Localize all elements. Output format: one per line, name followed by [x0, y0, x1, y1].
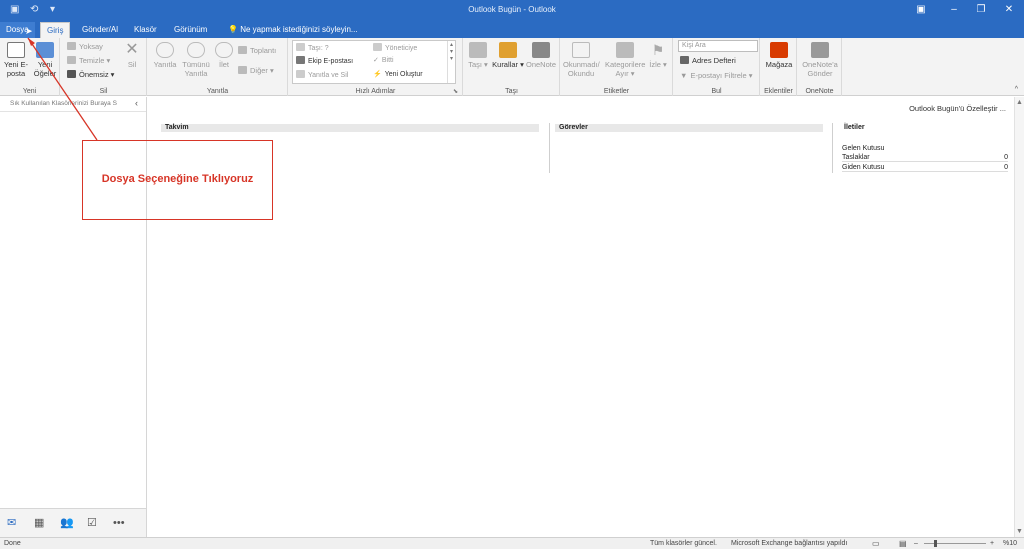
categorize-icon [616, 42, 634, 58]
rules-button[interactable]: Kurallar ▾ [492, 42, 524, 69]
more-nav-icon[interactable]: ••• [113, 517, 125, 529]
group-label-quick-steps: Hızlı Adımlar [355, 88, 396, 95]
mail-icon[interactable]: ✉ [7, 517, 16, 529]
group-tags: Okunmadı/ Okundu Kategorilere Ayır ▾ ⚑ İ… [561, 38, 673, 96]
quick-step-team-email[interactable]: Ekip E-postası [296, 56, 353, 65]
zoom-level[interactable]: %10 [1003, 540, 1017, 547]
search-people-input[interactable]: Kişi Ara [678, 40, 758, 52]
normal-view-icon[interactable]: ▭ [872, 539, 880, 548]
customize-outlook-today-link[interactable]: Outlook Bugün'ü Özelleştir ... [909, 104, 1006, 113]
quick-steps-gallery: Taşı: ? Ekip E-postası Yanıtla ve Sil Yö… [292, 40, 456, 84]
manager-icon [373, 43, 382, 51]
lightning-icon: ⚡ [373, 71, 382, 78]
group-label-tags: Etiketler [603, 88, 630, 95]
status-folders: Tüm klasörler güncel. [650, 540, 717, 547]
messages-row-inbox[interactable]: Gelen Kutusu [842, 144, 1008, 153]
ribbon-display-options-icon[interactable]: ▣ [912, 2, 930, 18]
column-divider [832, 123, 833, 173]
calendar-icon[interactable]: ▦ [34, 517, 44, 529]
categorize-button[interactable]: Kategorilere Ayır ▾ [605, 42, 645, 78]
filter-email-button[interactable]: ▼ E-postayı Filtrele ▾ [680, 71, 753, 80]
minimize-button[interactable]: – [945, 2, 963, 18]
zoom-slider-thumb[interactable] [934, 540, 937, 547]
status-bar: Done Tüm klasörler güncel. Microsoft Exc… [0, 537, 1024, 549]
unread-read-button[interactable]: Okunmadı/ Okundu [563, 42, 600, 78]
quick-step-create-new[interactable]: ⚡ Yeni Oluştur [373, 70, 423, 78]
navigation-bar: ✉ ▦ 👥 ☑ ••• [0, 508, 147, 537]
send-to-onenote-button[interactable]: OneNote'a Gönder [800, 42, 840, 78]
status-done: Done [4, 540, 21, 547]
collapse-ribbon-icon[interactable]: ^ [1015, 86, 1018, 93]
annotation-text: Dosya Seçeneğine Tıklıyoruz [101, 173, 254, 185]
people-icon[interactable]: 👥 [60, 517, 74, 529]
group-label-addins: Eklentiler [764, 88, 793, 95]
group-label-onenote: OneNote [805, 88, 834, 95]
status-connection: Microsoft Exchange bağlantısı yapıldı [731, 540, 848, 547]
messages-row-drafts[interactable]: Taslaklar 0 [842, 153, 1008, 162]
messages-row-outbox[interactable]: Giden Kutusu 0 [842, 163, 1008, 172]
maximize-button[interactable]: ❐ [972, 2, 990, 18]
zoom-in-icon[interactable]: + [990, 540, 994, 547]
quick-step-done[interactable]: ✓ Bitti [373, 56, 394, 64]
dialog-launcher-icon[interactable]: ⬊ [453, 88, 458, 95]
onenote-icon [532, 42, 550, 58]
messages-header[interactable]: İletiler [840, 124, 1008, 132]
quick-steps-scroll[interactable]: ▴ ▾ ▾ [447, 41, 455, 83]
group-addins: Mağaza Eklentiler [761, 38, 797, 96]
quick-step-reply-delete[interactable]: Yanıtla ve Sil [296, 70, 348, 79]
vertical-scrollbar[interactable]: ▲ ▼ [1014, 97, 1024, 537]
follow-up-button[interactable]: ⚑ İzle ▾ [647, 42, 669, 69]
tasks-header[interactable]: Görevler [555, 124, 823, 132]
checkmark-icon: ✓ [373, 57, 379, 64]
onenote-send-icon [811, 42, 829, 58]
store-button[interactable]: Mağaza [763, 42, 795, 69]
tasks-icon[interactable]: ☑ [87, 517, 97, 529]
move-folder-icon [469, 42, 487, 58]
group-onenote: OneNote'a Gönder OneNote [798, 38, 842, 96]
quick-step-manager[interactable]: Yöneticiye [373, 43, 417, 52]
column-divider [549, 123, 550, 173]
close-button[interactable]: ✕ [1000, 2, 1018, 18]
address-book-button[interactable]: Adres Defteri [680, 56, 736, 65]
quick-step-move-to[interactable]: Taşı: ? [296, 43, 329, 52]
group-label-find: Bul [711, 88, 722, 95]
group-move: Taşı ▾ Kurallar ▾ OneNote Taşı [464, 38, 560, 96]
onenote-move-button[interactable]: OneNote [524, 42, 558, 69]
store-icon [770, 42, 788, 58]
zoom-out-icon[interactable]: – [914, 540, 918, 547]
move-button[interactable]: Taşı ▾ [466, 42, 490, 69]
filter-icon: ▼ [680, 71, 688, 80]
address-book-icon [680, 56, 689, 64]
unread-read-icon [572, 42, 590, 58]
rules-icon [499, 42, 517, 58]
flag-icon: ⚑ [651, 42, 665, 58]
scroll-up-icon[interactable]: ▲ [1016, 99, 1023, 106]
group-label-move: Taşı [505, 88, 518, 95]
scroll-down-icon[interactable]: ▼ [1016, 528, 1023, 535]
reading-view-icon[interactable]: ▤ [899, 539, 907, 548]
